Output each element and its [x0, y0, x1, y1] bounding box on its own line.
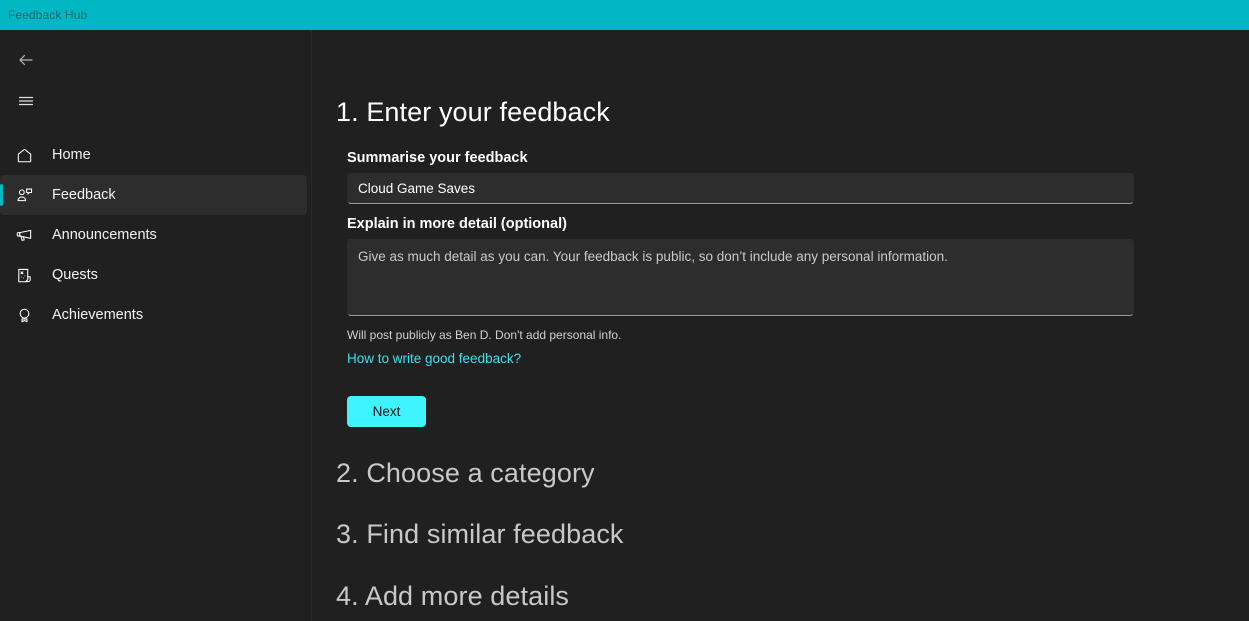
feedback-form: Summarise your feedback Explain in more …: [336, 150, 1138, 427]
detail-textarea[interactable]: [347, 238, 1134, 316]
back-button[interactable]: [2, 44, 50, 80]
step-2-heading[interactable]: 2. Choose a category: [336, 458, 1249, 489]
sidebar-item-quests[interactable]: Quests: [0, 255, 307, 295]
public-post-hint: Will post publicly as Ben D. Don't add p…: [347, 327, 622, 342]
summary-input[interactable]: [347, 172, 1134, 204]
back-arrow-icon: [17, 51, 35, 74]
sidebar-item-label: Home: [52, 147, 91, 163]
detail-field-label: Explain in more detail (optional): [347, 215, 567, 232]
hamburger-menu-button[interactable]: [2, 85, 50, 121]
title-bar: Feedback Hub: [0, 0, 1249, 30]
feedback-icon: [10, 186, 38, 205]
sidebar-item-label: Achievements: [52, 307, 144, 323]
main-content: 1. Enter your feedback Summarise your fe…: [312, 30, 1249, 621]
sidebar-item-achievements[interactable]: Achievements: [0, 295, 307, 335]
step-4-heading[interactable]: 4. Add more details: [336, 581, 1249, 612]
sidebar-item-label: Feedback: [52, 187, 116, 203]
sidebar-item-label: Quests: [52, 267, 98, 283]
app-body: Home Feedback Announcements Quests Achie…: [0, 30, 1249, 621]
next-button[interactable]: Next: [347, 395, 426, 427]
step-1-heading: 1. Enter your feedback: [336, 97, 610, 127]
sidebar-nav-list: Home Feedback Announcements Quests Achie…: [0, 135, 311, 335]
step-3-heading[interactable]: 3. Find similar feedback: [336, 520, 1249, 550]
app-title: Feedback Hub: [8, 8, 88, 22]
ribbon-medal-icon: [10, 306, 38, 325]
megaphone-icon: [10, 226, 38, 245]
scroll-icon: [10, 266, 38, 285]
how-to-write-good-feedback-link[interactable]: How to write good feedback?: [347, 351, 521, 366]
summary-field-label: Summarise your feedback: [347, 149, 528, 166]
sidebar: Home Feedback Announcements Quests Achie…: [0, 30, 312, 621]
sidebar-item-announcements[interactable]: Announcements: [0, 215, 307, 255]
sidebar-item-feedback[interactable]: Feedback: [0, 175, 307, 215]
home-icon: [10, 146, 38, 165]
hamburger-menu-icon: [17, 92, 35, 115]
sidebar-item-home[interactable]: Home: [0, 135, 307, 175]
sidebar-item-label: Announcements: [52, 227, 157, 243]
